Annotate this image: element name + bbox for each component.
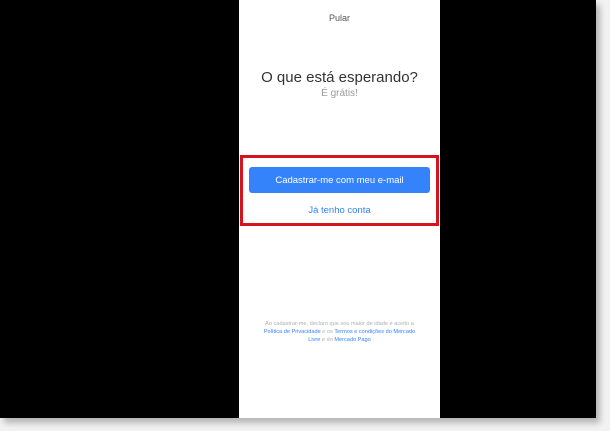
legal-connector-text-2: e do (320, 337, 335, 343)
legal-connector-text: e os (320, 329, 335, 335)
login-link[interactable]: Já tenho conta (239, 205, 440, 216)
page-title: O que está esperando? (261, 69, 418, 86)
privacy-policy-link[interactable]: Política de Privacidade (264, 329, 321, 335)
legal-prefix-text: Ao cadastrar-me, declaro que sou maior d… (265, 321, 414, 327)
mercado-pago-link[interactable]: Mercado Pago (334, 337, 370, 343)
app-screen: Pular O que está esperando? É grátis! Ca… (239, 0, 440, 418)
page-subtitle: É grátis! (321, 88, 358, 99)
screenshot-frame: Pular O que está esperando? É grátis! Ca… (0, 0, 596, 418)
legal-disclaimer: Ao cadastrar-me, declaro que sou maior d… (257, 320, 422, 344)
skip-button[interactable]: Pular (329, 13, 350, 23)
signup-email-button[interactable]: Cadastrar-me com meu e-mail (249, 167, 430, 193)
